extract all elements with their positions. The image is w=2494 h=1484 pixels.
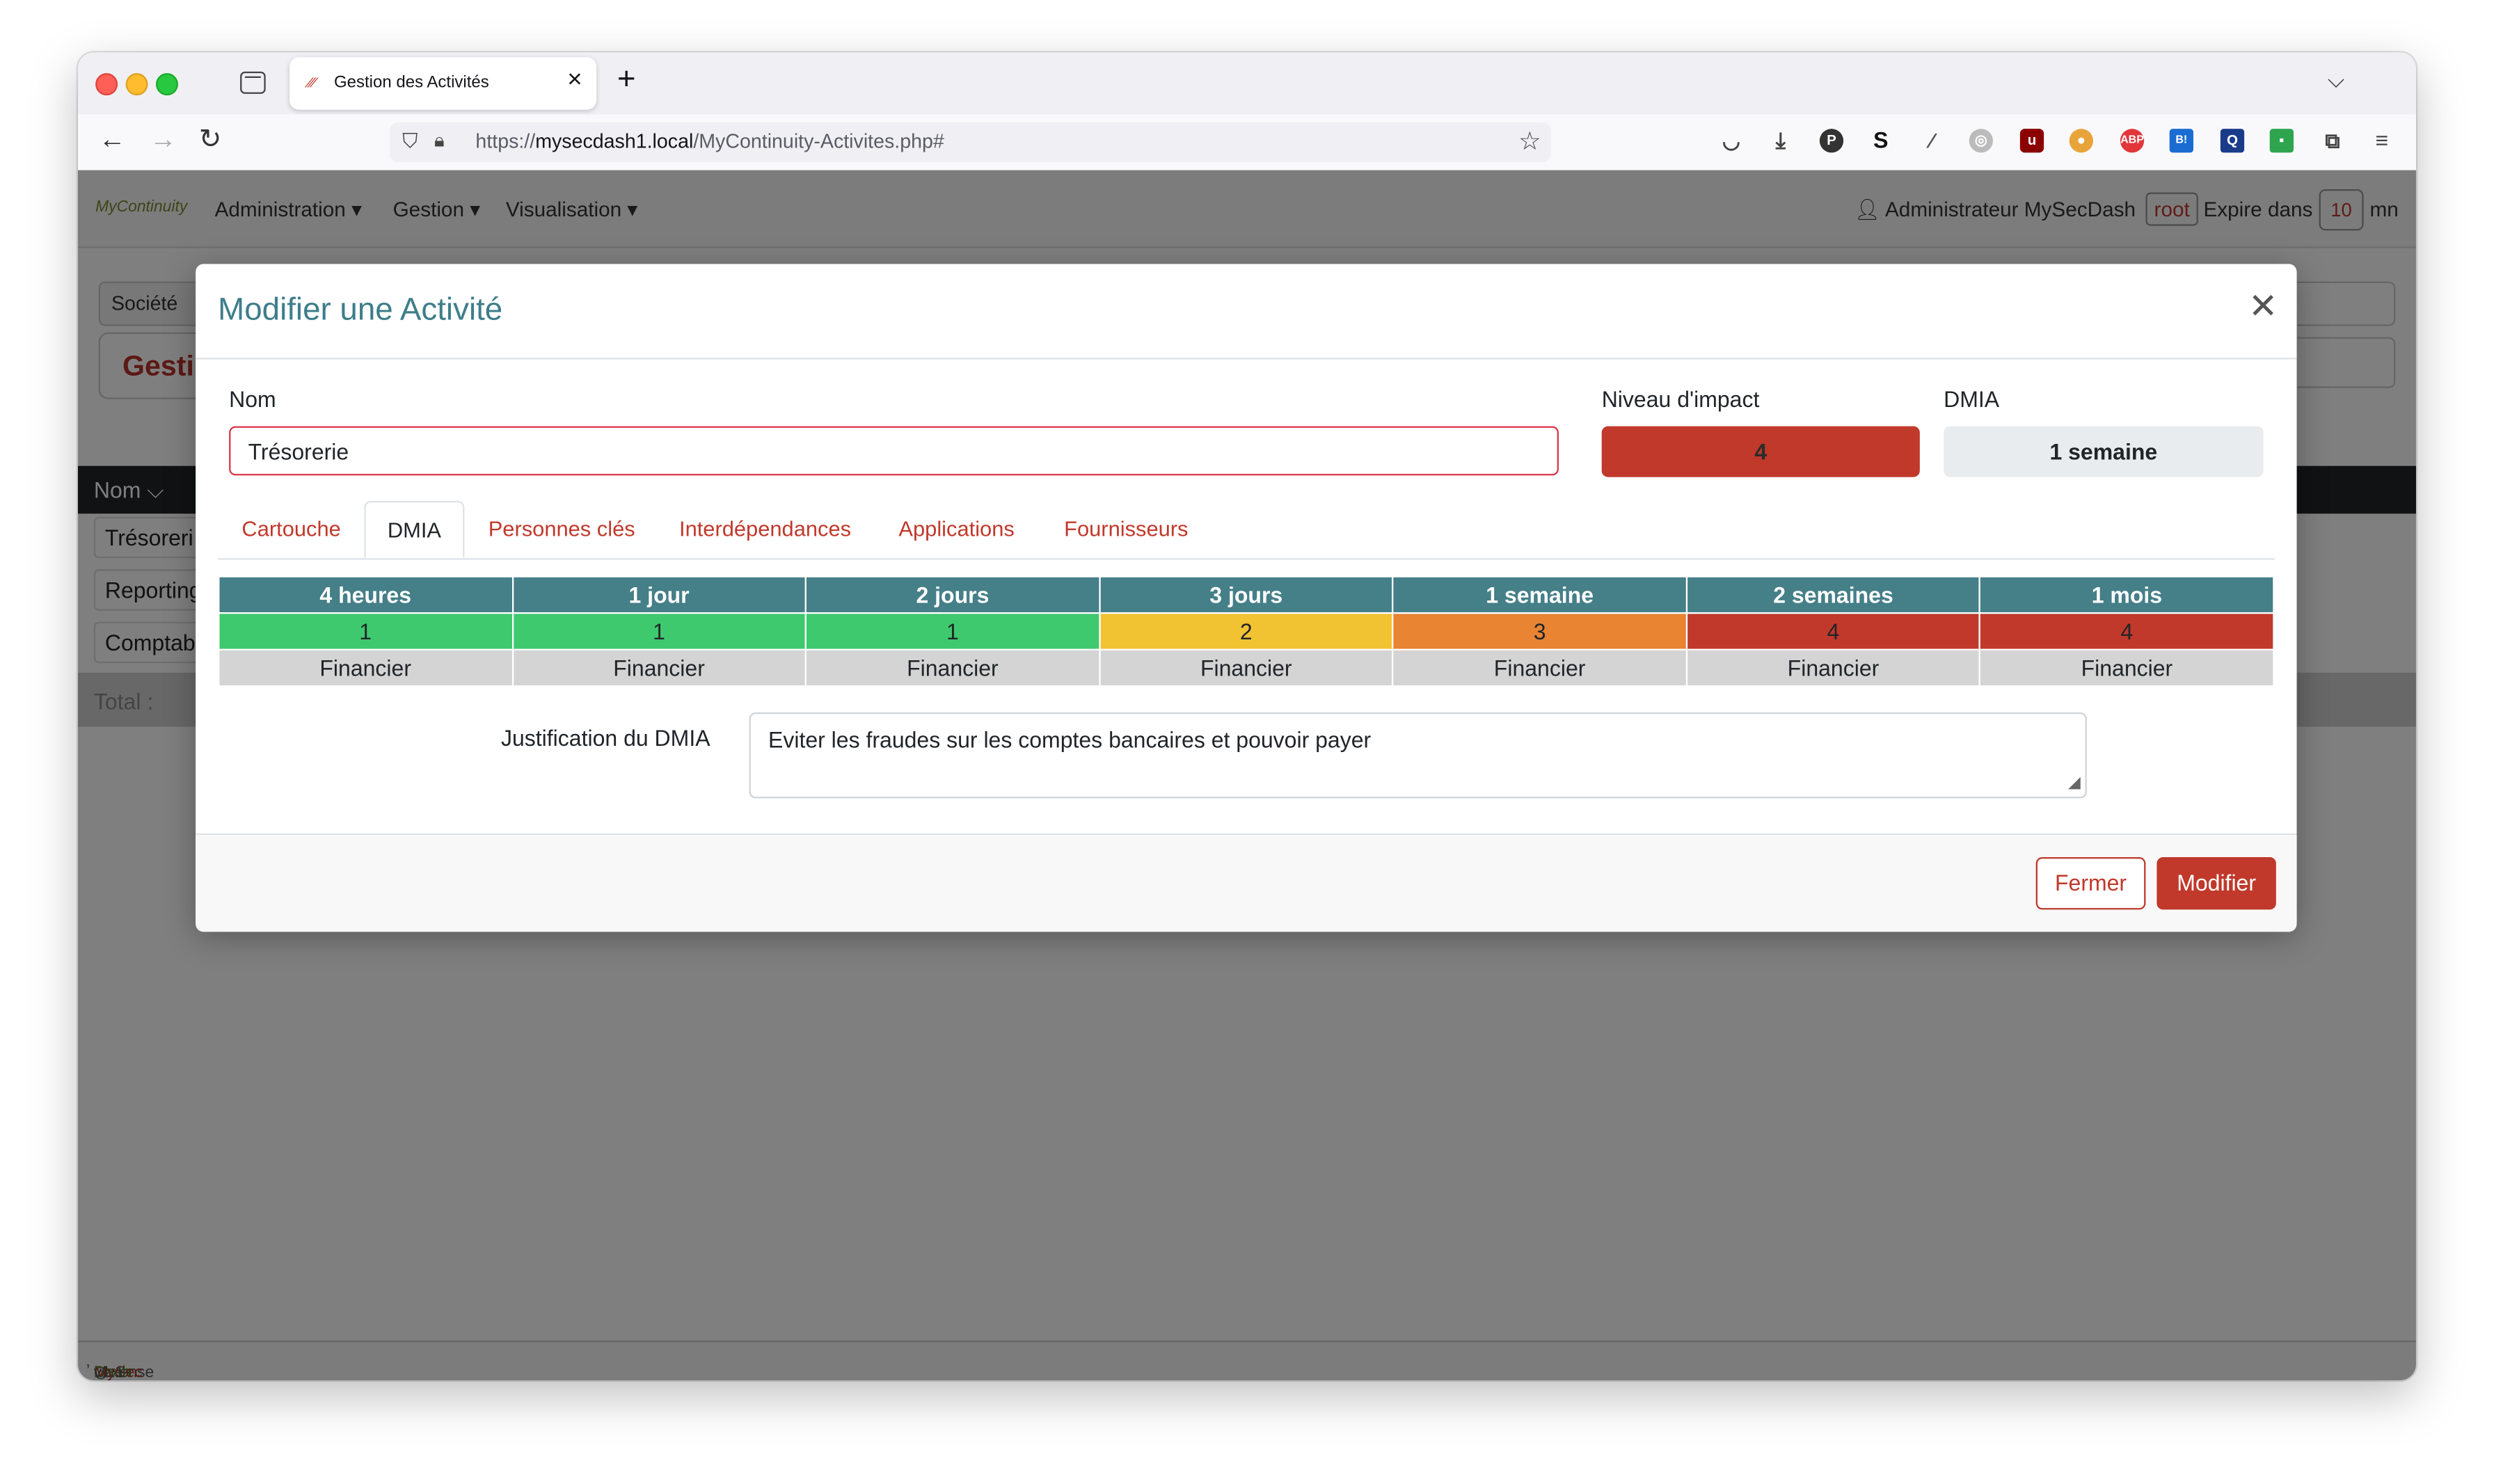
dmia-level-cell[interactable]: 4 [1979,612,2275,651]
tab-cartouche[interactable]: Cartouche [241,501,340,558]
dmia-category-cell: Financier [511,648,807,687]
dmia-level-cell[interactable]: 1 [804,612,1100,651]
browser-window: ⁄⁄⁄ Gestion des Activités × + ⌵ ← → ↻ ⛉ … [77,52,2416,1380]
extensions-puzzle-icon[interactable]: ⧉ [2321,129,2344,152]
tab-fournisseurs[interactable]: Fournisseurs [1064,501,1188,558]
q-extension-icon[interactable]: Q [2220,129,2245,153]
dmia-level-row: 1 1 1 2 3 4 4 [218,612,2275,651]
lock-icon[interactable]: 🔒︎ [434,129,445,152]
dmia-period-header: 2 jours [804,575,1100,614]
modal-tabs: Cartouche DMIA Personnes clés Interdépen… [218,500,2275,560]
tampermonkey-icon[interactable]: ● [2069,129,2093,153]
impact-label: Niveau d'impact [1601,386,1760,412]
pushbullet-extension-icon[interactable]: P [1819,129,1844,153]
dmia-period-header: 1 mois [1979,575,2275,614]
dmia-category-cell: Financier [1979,648,2275,687]
tab-overview-icon[interactable] [240,71,266,94]
ublock-icon[interactable]: u [2019,129,2044,153]
zoom-window-button[interactable] [155,73,178,96]
dmia-category-cell: Financier [1392,648,1687,687]
close-button[interactable]: Fermer [2035,856,2146,910]
dmia-level-cell[interactable]: 1 [511,612,807,651]
browser-tab[interactable]: ⁄⁄⁄ Gestion des Activités × [289,57,597,110]
tracking-shield-icon[interactable]: ⛉ [402,129,418,154]
dmia-category-cell: Financier [1098,648,1394,687]
dmia-category-row: Financier Financier Financier Financier … [218,648,2275,687]
impact-level-badge: 4 [1601,426,1920,477]
tab-personnes-cles[interactable]: Personnes clés [489,501,635,558]
justification-text: Eviter les fraudes sur les comptes banca… [768,726,1372,753]
close-tab-icon[interactable]: × [567,67,582,95]
close-window-button[interactable] [95,73,118,96]
dmia-period-header: 4 heures [218,575,514,614]
tab-bar: ⁄⁄⁄ Gestion des Activités × + ⌵ [77,52,2416,115]
forward-arrow-icon[interactable]: → [150,124,177,156]
s-extension-icon[interactable]: S [1869,128,1893,152]
downloads-icon[interactable]: ⤓ [1769,128,1793,152]
adblock-plus-icon[interactable]: ABP [2120,129,2145,153]
page-content: MyContinuity Administration ▾ Gestion ▾ … [77,170,2416,1380]
justification-textarea[interactable]: Eviter les fraudes sur les comptes banca… [749,712,2087,799]
navigation-toolbar: ← → ↻ ⛉ 🔒︎ https://mysecdash1.local/MyCo… [77,114,2416,172]
new-tab-icon[interactable]: + [617,62,636,99]
dmia-value-badge: 1 semaine [1944,426,2264,477]
modify-button[interactable]: Modifier [2157,856,2276,910]
reload-icon[interactable]: ↻ [199,124,222,156]
site-favicon-icon: ⁄⁄⁄ [308,74,316,91]
dmia-header-row: 4 heures 1 jour 2 jours 3 jours 1 semain… [218,575,2275,614]
modal-footer: Fermer Modifier [196,833,2297,932]
hamburger-menu-icon[interactable]: ≡ [2370,128,2394,152]
bookmark-star-icon[interactable]: ☆ [1518,126,1541,158]
dmia-category-cell: Financier [804,648,1100,687]
modal-title: Modifier une Activité [218,292,503,328]
hatena-bookmark-icon[interactable]: B! [2169,129,2193,153]
dmia-level-cell[interactable]: 1 [218,612,514,651]
dmia-period-header: 1 semaine [1392,575,1687,614]
minimize-window-button[interactable] [125,73,148,96]
tab-applications[interactable]: Applications [898,501,1014,558]
resize-grip-icon[interactable]: ◢ [2068,774,2081,792]
list-tabs-chevron-icon[interactable]: ⌵ [2328,67,2344,94]
dmia-period-header: 3 jours [1098,575,1394,614]
tab-title: Gestion des Activités [333,73,489,93]
dmia-level-cell[interactable]: 4 [1685,612,1981,651]
tab-dmia[interactable]: DMIA [364,500,465,559]
eyedropper-icon[interactable]: ⁄ [1920,129,1944,152]
green-extension-icon[interactable]: ▪ [2269,129,2294,153]
edit-activity-modal: Modifier une Activité ✕ Nom Niveau d'imp… [196,264,2297,932]
dmia-category-cell: Financier [218,648,514,687]
dmia-table: 4 heures 1 jour 2 jours 3 jours 1 semain… [218,575,2275,687]
dmia-level-cell[interactable]: 2 [1098,612,1394,651]
dmia-label: DMIA [1944,386,2000,412]
pocket-icon[interactable]: ◡ [1719,129,1743,152]
url-text[interactable]: https://mysecdash1.local/MyContinuity-Ac… [475,130,944,152]
modal-header: Modifier une Activité ✕ [196,264,2297,360]
address-bar[interactable]: ⛉ 🔒︎ https://mysecdash1.local/MyContinui… [389,122,1551,163]
dmia-period-header: 2 semaines [1685,575,1981,614]
close-icon[interactable]: ✕ [2248,289,2278,324]
tab-interdependances[interactable]: Interdépendances [679,501,851,558]
dmia-level-cell[interactable]: 3 [1392,612,1687,651]
nom-label: Nom [229,386,276,412]
dmia-category-cell: Financier [1685,648,1981,687]
justification-label: Justification du DMIA [500,725,710,751]
grey-extension-icon[interactable]: ◎ [1969,129,1993,153]
nom-input[interactable]: Trésorerie [229,426,1559,476]
back-arrow-icon[interactable]: ← [99,124,126,156]
dmia-period-header: 1 jour [511,575,807,614]
